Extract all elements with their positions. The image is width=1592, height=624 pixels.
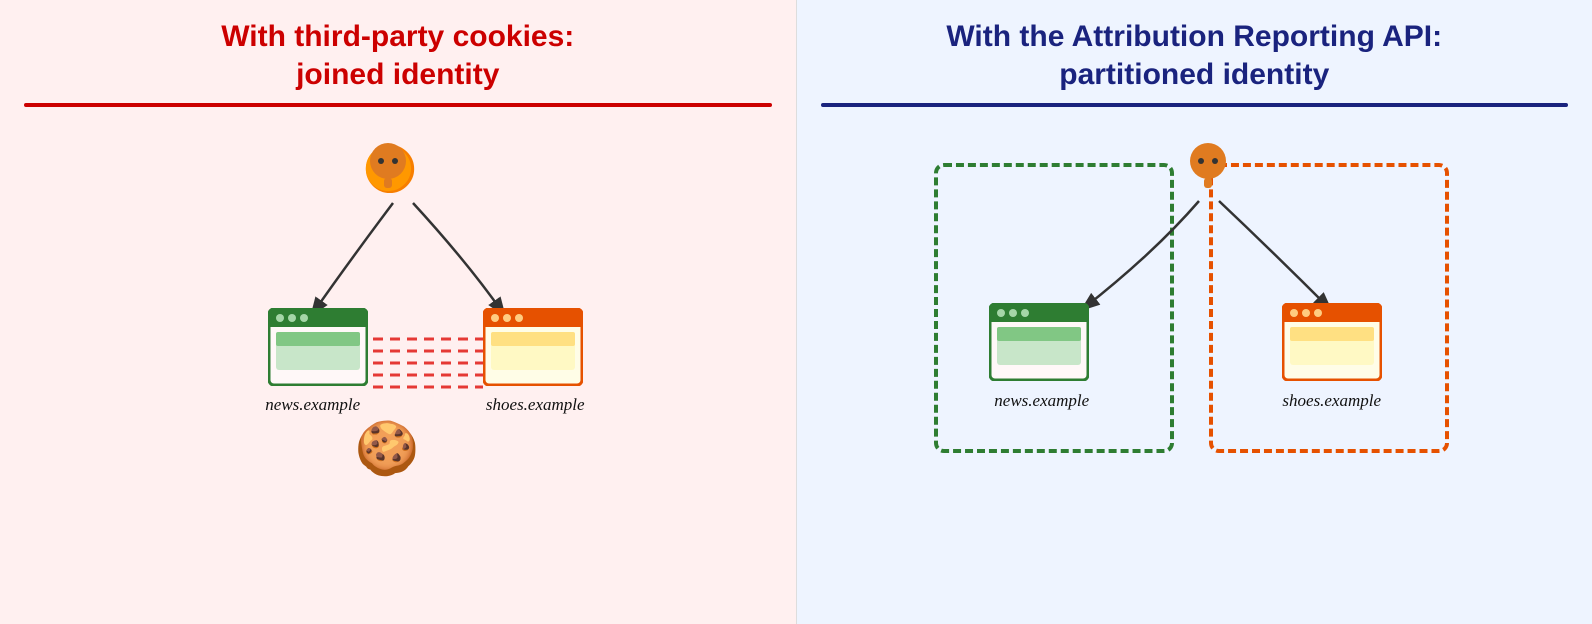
right-site1-label: news.example — [964, 391, 1119, 411]
right-panel: With the Attribution Reporting API: part… — [797, 0, 1592, 624]
right-title-line1: With the Attribution Reporting API: — [946, 20, 1442, 53]
right-divider — [821, 103, 1569, 107]
left-title-line1: With third-party cookies: — [221, 20, 574, 53]
right-diagram-area: news.example shoes.example — [821, 123, 1569, 604]
left-cookie-icon: 🍪 — [355, 418, 420, 479]
left-panel-title: With third-party cookies: joined identit… — [24, 18, 772, 93]
right-diagram: news.example shoes.example — [914, 133, 1474, 513]
right-title-line2: partitioned identity — [1059, 58, 1329, 91]
left-site1-label: news.example — [243, 395, 383, 415]
left-title-line2: joined identity — [296, 58, 499, 91]
left-browser-news — [268, 308, 368, 386]
left-browser-shoes — [483, 308, 583, 386]
right-person-icon — [1182, 141, 1234, 193]
left-diagram: 🟠 — [158, 133, 638, 513]
right-browser-shoes — [1282, 303, 1382, 381]
right-site2-label: shoes.example — [1254, 391, 1409, 411]
right-panel-title: With the Attribution Reporting API: part… — [821, 18, 1569, 93]
left-site2-label: shoes.example — [458, 395, 613, 415]
right-browser-news — [989, 303, 1089, 381]
left-diagram-area: 🟠 — [24, 123, 772, 604]
left-divider — [24, 103, 772, 107]
left-panel: With third-party cookies: joined identit… — [0, 0, 797, 624]
left-person-icon — [362, 141, 414, 193]
